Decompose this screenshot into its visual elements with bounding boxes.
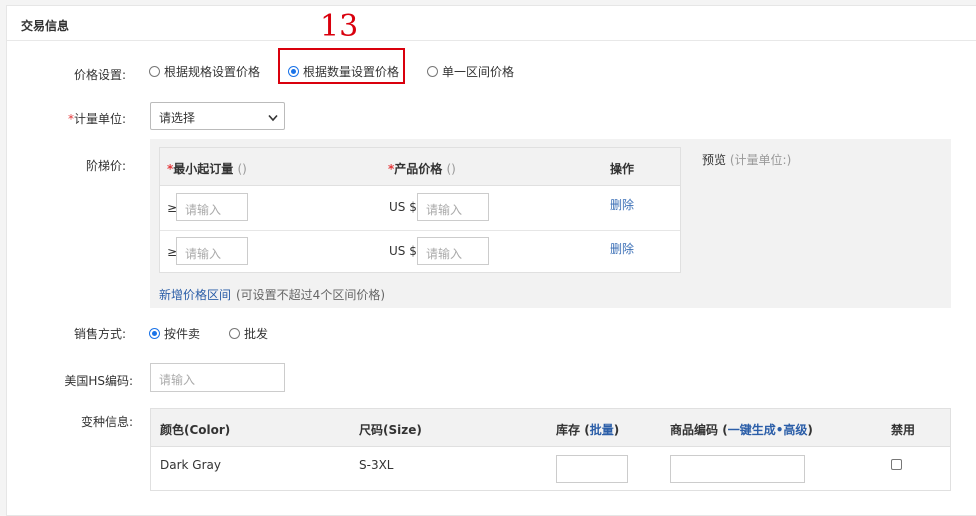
variants-table: 颜色(Color) 尺码(Size) 库存 (批量) 商品编码 (一键生成•高级… — [150, 408, 951, 491]
tier-price-label: 阶梯价: — [85, 159, 126, 173]
min-qty-input[interactable]: 请输入 — [176, 193, 248, 221]
radio-circle-selected — [149, 328, 160, 339]
unit-select[interactable]: 请选择 — [150, 102, 285, 130]
radio-wholesale[interactable]: 批发 — [229, 325, 268, 342]
radio-circle-selected — [288, 66, 299, 77]
radio-circle — [149, 66, 160, 77]
tier-table-header: *最小起订量 () *产品价格 () 操作 — [160, 148, 680, 186]
variants-label: 变种信息: — [80, 415, 133, 429]
generate-link[interactable]: 一键生成 — [728, 423, 776, 437]
tier-price-table: *最小起订量 () *产品价格 () 操作 ≥ 请输入 US $ 请输入 删除 … — [159, 147, 681, 273]
header-color: 颜色(Color) — [160, 423, 231, 437]
radio-label: 根据数量设置价格 — [303, 65, 400, 79]
radio-label: 单一区间价格 — [442, 65, 515, 79]
currency-label: US $ — [389, 200, 417, 214]
hs-code-input[interactable]: 请输入 — [150, 363, 285, 392]
section-divider — [7, 40, 976, 41]
row-divider — [160, 230, 680, 231]
variant-color: Dark Gray — [160, 458, 221, 472]
price-input[interactable]: 请输入 — [417, 237, 489, 265]
header-min-qty: *最小起订量 () — [167, 162, 247, 176]
batch-link[interactable]: 批量 — [590, 423, 614, 437]
add-price-range-link[interactable]: 新增价格区间 — [159, 286, 231, 303]
header-size: 尺码(Size) — [359, 423, 422, 437]
chevron-down-icon — [268, 111, 278, 125]
radio-label: 批发 — [244, 327, 269, 341]
currency-label: US $ — [389, 244, 417, 258]
header-stock: 库存 (批量) — [556, 423, 620, 437]
radio-single-range-price[interactable]: 单一区间价格 — [427, 63, 514, 80]
annotation-number: 13 — [320, 9, 359, 44]
delete-link[interactable]: 删除 — [610, 196, 634, 213]
hs-code-label: 美国HS编码: — [64, 374, 133, 388]
radio-circle — [229, 328, 240, 339]
radio-label: 根据规格设置价格 — [164, 65, 261, 79]
radio-sell-by-piece[interactable]: 按件卖 — [149, 325, 200, 342]
add-price-range-hint: (可设置不超过4个区间价格) — [236, 288, 385, 302]
section-title: 交易信息 — [21, 19, 70, 33]
radio-circle — [427, 66, 438, 77]
radio-label: 按件卖 — [164, 327, 201, 341]
header-price: *产品价格 () — [388, 162, 456, 176]
preview-text: 预览 (计量单位:) — [702, 153, 792, 167]
variants-table-header: 颜色(Color) 尺码(Size) 库存 (批量) 商品编码 (一键生成•高级… — [151, 409, 950, 447]
stock-input[interactable] — [556, 455, 628, 483]
delete-link[interactable]: 删除 — [610, 240, 634, 257]
price-setting-label: 价格设置: — [73, 68, 126, 82]
min-qty-input[interactable]: 请输入 — [176, 237, 248, 265]
advanced-link[interactable]: 高级 — [783, 423, 807, 437]
header-sku: 商品编码 (一键生成•高级) — [670, 423, 813, 437]
variant-size: S-3XL — [359, 458, 394, 472]
disable-checkbox[interactable] — [891, 459, 902, 470]
header-disable: 禁用 — [891, 423, 916, 437]
header-action: 操作 — [610, 162, 635, 176]
radio-price-by-spec[interactable]: 根据规格设置价格 — [149, 63, 260, 80]
unit-label: *计量单位: — [67, 112, 126, 126]
sale-method-label: 销售方式: — [73, 327, 126, 341]
radio-price-by-quantity[interactable]: 根据数量设置价格 — [288, 63, 399, 80]
unit-select-value: 请选择 — [159, 111, 196, 125]
price-input[interactable]: 请输入 — [417, 193, 489, 221]
sku-input[interactable] — [670, 455, 805, 483]
